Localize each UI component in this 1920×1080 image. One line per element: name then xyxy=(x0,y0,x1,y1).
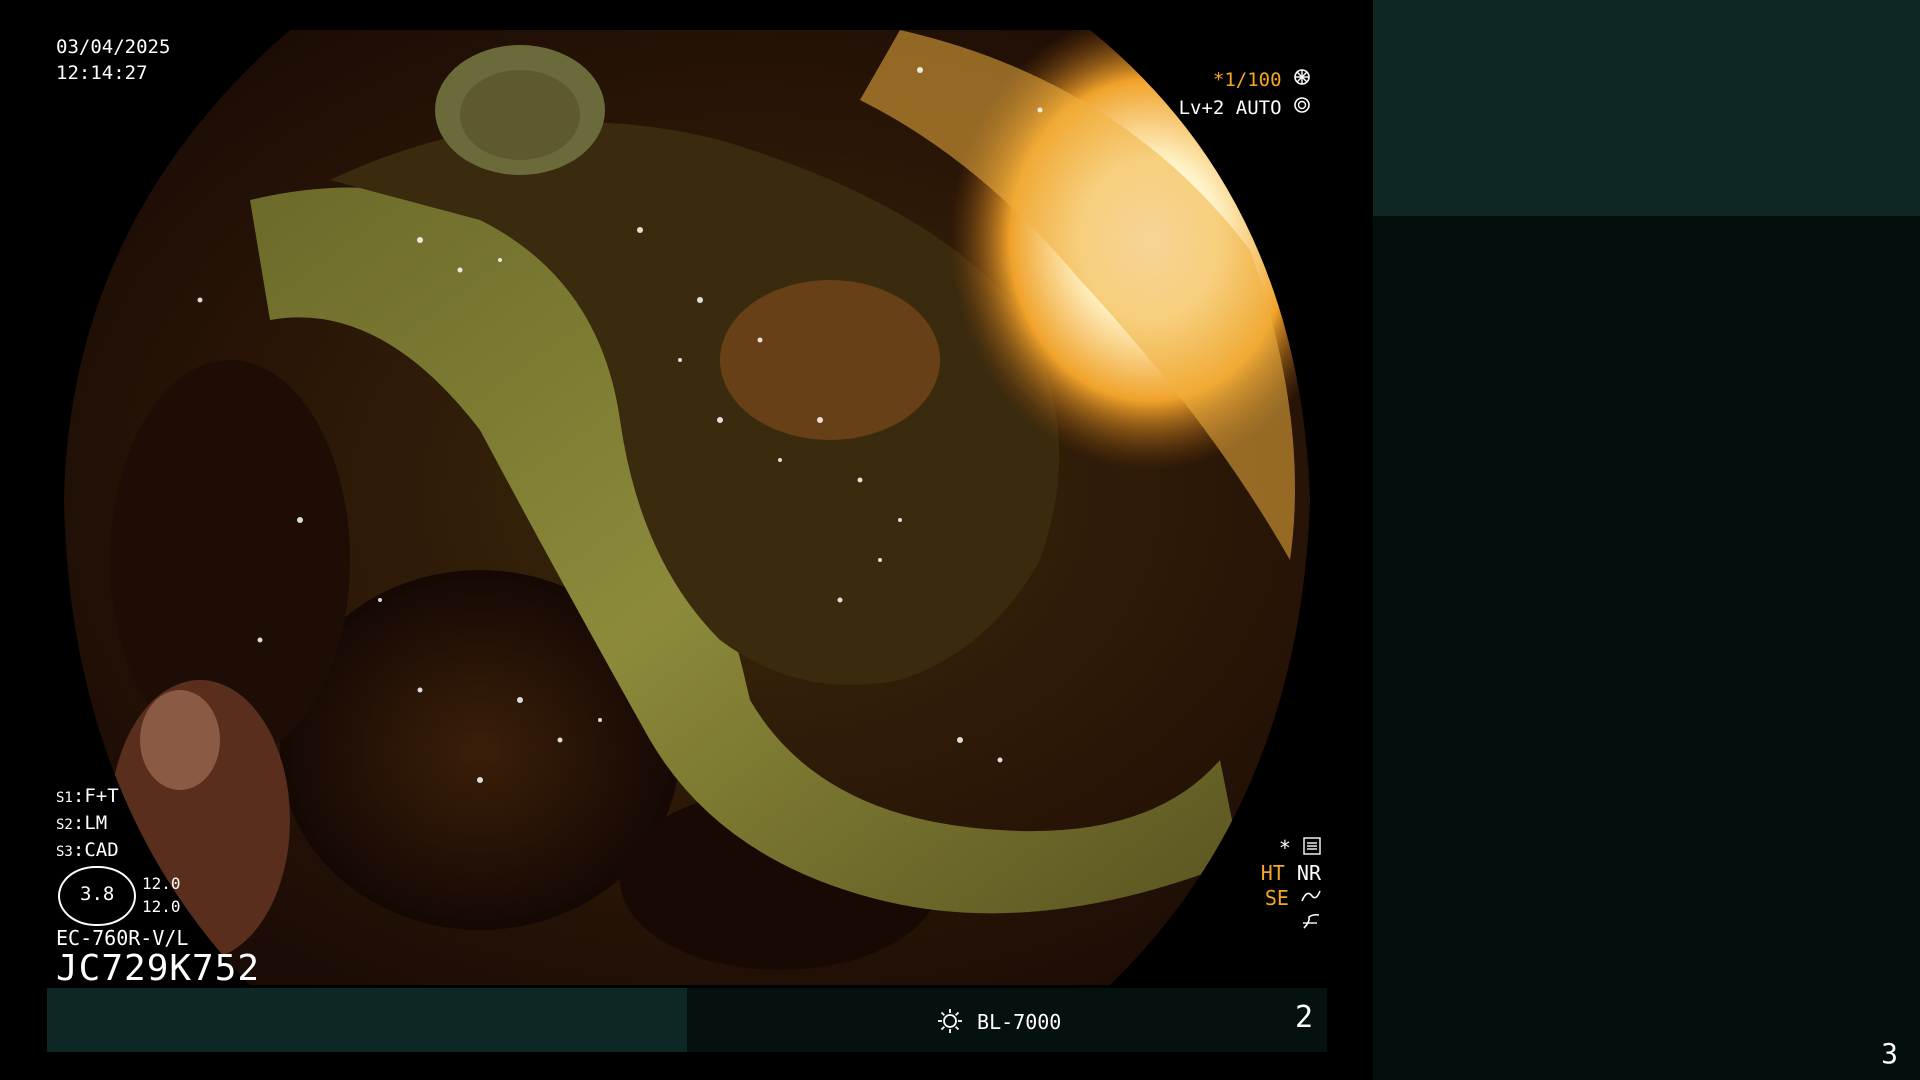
bottom-bar-highlight xyxy=(47,988,687,1052)
processing-row-2: HT NR xyxy=(1261,861,1321,886)
endoscope-view: 03/04/2025 12:14:27 *1/100 Lv+2 AUTO S1:… xyxy=(0,0,1373,1080)
switch-assignments: S1:F+T S2:LM S3:CAD xyxy=(56,784,119,865)
switch-item: S1:F+T xyxy=(56,785,119,807)
iris-mode: AUTO xyxy=(1235,97,1282,119)
endoscope-image xyxy=(64,30,1310,985)
light-source-label: BL-7000 xyxy=(977,1010,1062,1034)
iris-icon xyxy=(1293,97,1311,119)
nr-text: NR xyxy=(1296,861,1321,885)
star-text: * xyxy=(1278,836,1291,860)
gauge-reading-top: 12.0 xyxy=(142,874,181,893)
scope-model: EC-760R-V/L xyxy=(56,926,189,950)
switch-item: S3:CAD xyxy=(56,839,119,861)
iris-level: Lv+2 xyxy=(1178,97,1225,119)
se-text: SE xyxy=(1264,886,1289,910)
enhance-curve-icon xyxy=(1301,911,1321,935)
menu-icon xyxy=(1303,836,1321,860)
processing-row-4 xyxy=(1261,911,1321,936)
date-text: 03/04/2025 xyxy=(56,36,171,58)
processing-status: * HT NR SE xyxy=(1261,836,1321,936)
gauge-reading-bottom: 12.0 xyxy=(142,897,181,916)
shutter-value: *1/100 xyxy=(1212,69,1282,91)
right-side-panel: 3 xyxy=(1373,0,1920,1080)
insertion-gauge: 3.8 xyxy=(58,866,136,926)
switch-item: S2:LM xyxy=(56,812,108,834)
page-number-3: 3 xyxy=(1881,1037,1898,1070)
page-number-2: 2 xyxy=(1294,1000,1313,1035)
bottom-status-bar: BL-7000 2 xyxy=(47,988,1327,1052)
time-text: 12:14:27 xyxy=(56,62,148,84)
shutter-readout: *1/100 xyxy=(1213,68,1311,91)
ht-text: HT xyxy=(1260,861,1285,885)
endoscopy-screen: 03/04/2025 12:14:27 *1/100 Lv+2 AUTO S1:… xyxy=(0,0,1920,1080)
date-time-readout: 03/04/2025 12:14:27 xyxy=(56,34,170,86)
sun-icon xyxy=(937,1008,963,1039)
settings-dial-icon xyxy=(1293,69,1311,91)
processing-row-3: SE xyxy=(1261,886,1321,911)
light-source-readout: BL-7000 xyxy=(937,1008,1061,1039)
processing-row-1: * xyxy=(1261,836,1321,861)
scope-serial: JC729K752 xyxy=(56,948,261,989)
gauge-value: 3.8 xyxy=(80,883,115,905)
iris-readout: Lv+2 AUTO xyxy=(1179,96,1311,119)
right-panel-top-block xyxy=(1373,0,1920,216)
enhance-curve-icon xyxy=(1301,886,1321,910)
